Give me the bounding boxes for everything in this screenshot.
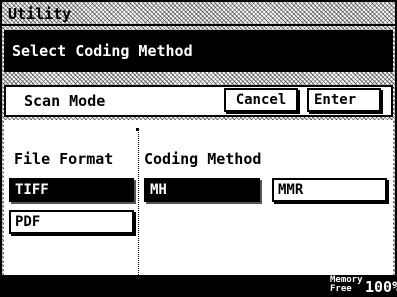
divider-marker	[136, 128, 139, 131]
column-divider	[138, 130, 139, 275]
enter-button[interactable]: Enter	[307, 88, 381, 112]
coding-method-label: Coding Method	[144, 150, 262, 168]
coding-method-mmr-button[interactable]: MMR	[272, 178, 387, 202]
cancel-button[interactable]: Cancel	[224, 88, 298, 112]
status-bar: Memory Free 100%	[0, 275, 397, 297]
screen-header: Select Coding Method	[4, 30, 393, 72]
memory-label-line2: Free	[330, 284, 352, 294]
scan-mode-label: Scan Mode	[24, 92, 106, 110]
memory-free-label: Memory Free	[330, 276, 363, 294]
file-format-pdf-button[interactable]: PDF	[9, 210, 134, 234]
file-format-tiff-button[interactable]: TIFF	[9, 178, 134, 202]
file-format-label: File Format	[14, 150, 114, 168]
screen-title: Utility	[8, 5, 72, 23]
coding-method-mh-button[interactable]: MH	[144, 178, 260, 202]
title-bar: Utility	[2, 2, 395, 26]
memory-free-value: 100%	[365, 278, 397, 296]
header-text: Select Coding Method	[12, 42, 193, 60]
